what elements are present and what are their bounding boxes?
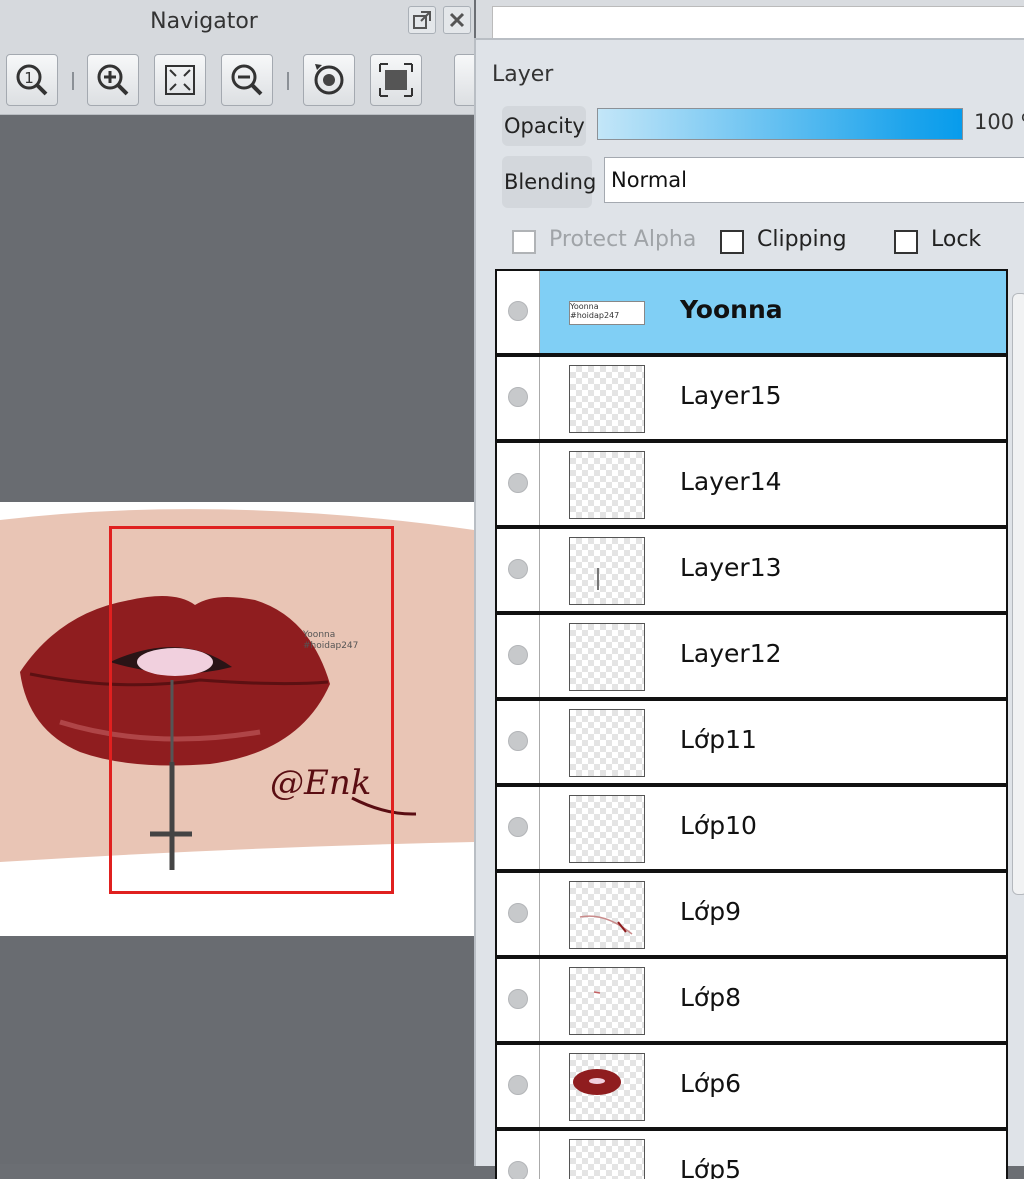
layer-row[interactable]: Layer15	[495, 355, 1008, 441]
navigator-panel: Navigator 1 Yoonna #hoidap247 @Enk	[0, 0, 484, 1164]
visibility-toggle[interactable]	[497, 873, 540, 955]
zoom-actual-icon[interactable]: 1	[6, 54, 58, 106]
lock-label: Lock	[931, 227, 982, 252]
visibility-toggle[interactable]	[497, 615, 540, 697]
toolbar-separator	[72, 72, 74, 90]
visibility-toggle[interactable]	[497, 787, 540, 869]
layer-thumbnail	[569, 881, 645, 949]
blending-select[interactable]: Normal	[604, 157, 1024, 203]
layer-name: Lớp5	[680, 1155, 741, 1179]
navigator-title: Navigator	[150, 9, 258, 34]
layer-row[interactable]: Lớp10	[495, 785, 1008, 871]
layer-name: Lớp11	[680, 725, 757, 754]
layer-thumbnail: Yoonna #hoidap247	[569, 279, 645, 347]
layer-row[interactable]: Layer12	[495, 613, 1008, 699]
blending-value: Normal	[611, 168, 687, 192]
protect-alpha-label: Protect Alpha	[549, 227, 697, 252]
popout-icon[interactable]	[408, 6, 436, 34]
layer-row[interactable]: Yoonna #hoidap247 Yoonna	[495, 269, 1008, 355]
opacity-value: 100 %	[974, 110, 1024, 134]
layer-row[interactable]: Lớp5	[495, 1129, 1008, 1179]
blending-label: Blending	[502, 156, 596, 208]
layer-thumbnail	[569, 365, 645, 433]
layer-name: Yoonna	[680, 295, 783, 324]
visibility-toggle[interactable]	[497, 529, 540, 611]
protect-alpha-checkbox[interactable]	[512, 230, 536, 254]
visibility-toggle[interactable]	[497, 701, 540, 783]
visibility-toggle[interactable]	[497, 959, 540, 1041]
visibility-toggle[interactable]	[497, 271, 540, 353]
visibility-toggle[interactable]	[497, 443, 540, 525]
lock-checkbox[interactable]	[894, 230, 918, 254]
navigator-toolbar: 1	[0, 48, 484, 115]
layer-row[interactable]: Lớp8	[495, 957, 1008, 1043]
zoom-out-icon[interactable]	[221, 54, 273, 106]
close-icon[interactable]	[443, 6, 471, 34]
document-area-strip	[476, 0, 1024, 42]
svg-text:1: 1	[24, 69, 34, 87]
layer-name: Layer12	[680, 639, 782, 668]
layer-thumbnail	[569, 967, 645, 1035]
layer-row[interactable]: Layer14	[495, 441, 1008, 527]
layer-name: Layer13	[680, 553, 782, 582]
layer-name: Lớp6	[680, 1069, 741, 1098]
layer-name: Layer15	[680, 381, 782, 410]
opacity-label: Opacity	[502, 106, 586, 146]
layer-list-scrollbar[interactable]	[1012, 293, 1024, 895]
layer-thumbnail	[569, 451, 645, 519]
layer-row[interactable]: Lớp9	[495, 871, 1008, 957]
layer-thumbnail	[569, 795, 645, 863]
visibility-toggle[interactable]	[497, 1131, 540, 1179]
layer-thumbnail	[569, 709, 645, 777]
fit-window-icon[interactable]	[154, 54, 206, 106]
layer-thumbnail	[569, 1053, 645, 1121]
layer-row[interactable]: Lớp6	[495, 1043, 1008, 1129]
layer-name: Lớp10	[680, 811, 757, 840]
layer-row[interactable]: Lớp11	[495, 699, 1008, 785]
fullscreen-icon[interactable]	[370, 54, 422, 106]
layer-thumbnail	[569, 1139, 645, 1179]
layer-thumbnail	[569, 537, 645, 605]
layer-list: Yoonna #hoidap247 Yoonna Layer15 Layer14…	[495, 269, 1010, 1179]
rotate-icon[interactable]	[303, 54, 355, 106]
zoom-in-icon[interactable]	[87, 54, 139, 106]
layer-name: Lớp8	[680, 983, 741, 1012]
clipping-checkbox[interactable]	[720, 230, 744, 254]
toolbar-separator	[287, 72, 289, 90]
layer-panel: Layer Opacity 100 % Blending Normal Prot…	[474, 38, 1024, 1179]
layer-panel-title: Layer	[492, 62, 554, 87]
layer-thumbnail	[569, 623, 645, 691]
layer-name: Layer14	[680, 467, 782, 496]
navigator-header: Navigator	[0, 0, 474, 48]
layer-name: Lớp9	[680, 897, 741, 926]
navigator-view-frame[interactable]	[109, 526, 394, 894]
layer-row[interactable]: Layer13	[495, 527, 1008, 613]
opacity-slider[interactable]	[597, 108, 963, 140]
visibility-toggle[interactable]	[497, 1045, 540, 1127]
visibility-toggle[interactable]	[497, 357, 540, 439]
clipping-label: Clipping	[757, 227, 847, 252]
